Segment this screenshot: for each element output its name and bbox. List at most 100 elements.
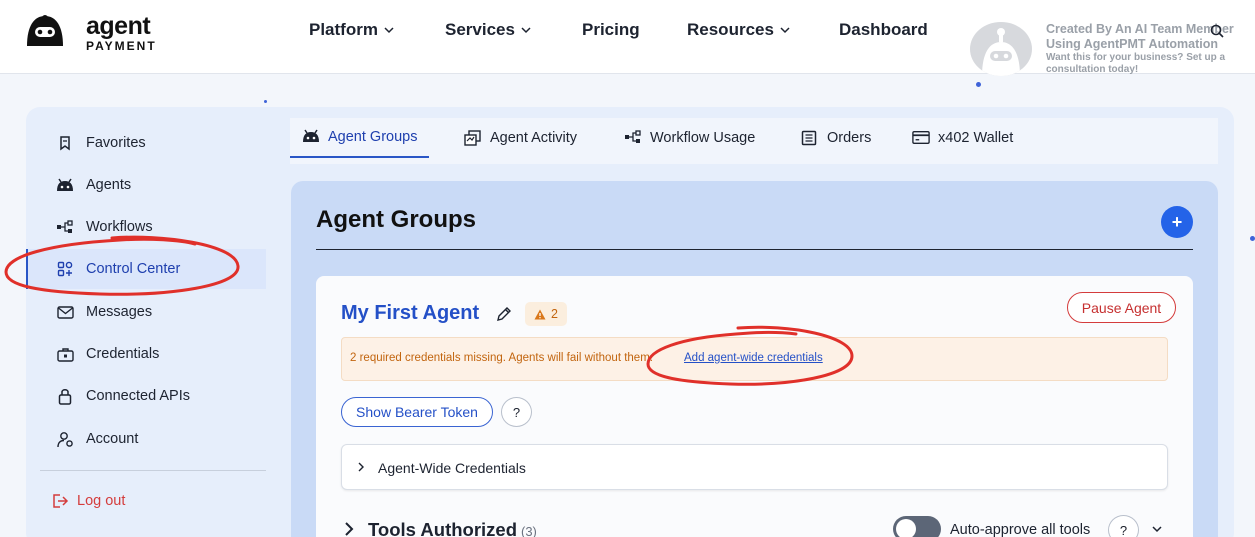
user-settings-icon	[56, 430, 74, 448]
promo-line-4: consultation today!	[1046, 64, 1139, 75]
tab-label: Agent Activity	[490, 130, 578, 146]
sidebar-item-label: Control Center	[86, 261, 181, 277]
agent-name[interactable]: My First Agent	[341, 302, 479, 325]
tab-label: Orders	[827, 130, 872, 146]
auto-approve-toggle[interactable]	[893, 516, 941, 537]
pause-agent-button[interactable]: Pause Agent	[1067, 292, 1176, 323]
tab-workflow-usage[interactable]: Workflow Usage	[612, 118, 767, 158]
sidebar-item-label: Workflows	[86, 219, 153, 235]
page-title: Agent Groups	[316, 206, 476, 233]
question-icon: ?	[1119, 522, 1128, 537]
plus-icon: +	[1171, 211, 1183, 232]
activity-icon	[464, 130, 482, 146]
sidebar-item-workflows[interactable]: Workflows	[26, 207, 266, 247]
nav-label: Dashboard	[839, 20, 928, 39]
logout-icon	[53, 494, 69, 508]
bearer-label: Show Bearer Token	[356, 404, 478, 420]
tab-agent-activity[interactable]: Agent Activity	[452, 118, 589, 158]
sidebar-item-label: Connected APIs	[86, 388, 190, 404]
nav-dashboard[interactable]: Dashboard	[839, 20, 928, 40]
chevron-down-icon[interactable]	[1151, 523, 1163, 535]
question-icon: ?	[512, 404, 521, 420]
missing-credentials-alert: 2 required credentials missing. Agents w…	[341, 337, 1168, 381]
tab-label: Workflow Usage	[650, 130, 756, 146]
sidebar-item-control-center[interactable]: Control Center	[26, 249, 266, 289]
sidebar-divider	[40, 470, 266, 471]
accordion-label: Agent-Wide Credentials	[378, 460, 526, 476]
top-navigation: agent PAYMENT Platform Services Pricing …	[0, 0, 1255, 76]
chevron-down-icon	[384, 27, 394, 34]
sidebar-item-favorites[interactable]: Favorites	[26, 123, 266, 163]
brand-subtitle: PAYMENT	[86, 39, 157, 53]
chevron-right-icon	[358, 462, 364, 472]
grid-icon	[56, 260, 74, 278]
promo-line-2: Using AgentPMT Automation	[1046, 37, 1218, 51]
sidebar-item-credentials[interactable]: Credentials	[26, 334, 266, 374]
show-bearer-token-button[interactable]: Show Bearer Token	[341, 397, 493, 427]
warning-badge: 2	[525, 302, 567, 326]
nav-label: Resources	[687, 20, 774, 39]
tools-help-button[interactable]: ?	[1108, 515, 1139, 537]
warning-count: 2	[551, 307, 558, 321]
background-dot	[264, 100, 267, 103]
workflow-icon	[56, 218, 74, 236]
workflow-icon	[624, 130, 642, 146]
lock-icon	[56, 387, 74, 405]
nav-label: Services	[445, 20, 515, 39]
brand-logo[interactable]: agent PAYMENT	[24, 12, 184, 56]
chevron-down-icon	[521, 27, 531, 34]
brand-name: agent	[86, 12, 151, 40]
tab-orders[interactable]: Orders	[789, 118, 883, 158]
wallet-icon	[912, 130, 930, 146]
tab-x402-wallet[interactable]: x402 Wallet	[900, 118, 1025, 158]
bookmark-icon	[56, 134, 74, 152]
robot-logo-icon	[27, 15, 63, 46]
tools-authorized-label: Tools Authorized	[368, 519, 518, 537]
nav-label: Platform	[309, 20, 378, 39]
sidebar-item-agents[interactable]: Agents	[26, 165, 266, 205]
sidebar-item-label: Messages	[86, 304, 153, 320]
search-icon[interactable]	[1210, 24, 1224, 38]
nav-services[interactable]: Services	[445, 20, 531, 40]
background-dot	[1250, 236, 1255, 241]
sidebar-item-messages[interactable]: Messages	[26, 292, 266, 332]
sidebar-item-label: Agents	[86, 177, 132, 193]
agent-wide-credentials-accordion[interactable]: Agent-Wide Credentials	[341, 444, 1168, 490]
sidebar-item-label: Favorites	[86, 135, 146, 151]
sidebar-item-label: Credentials	[86, 346, 160, 362]
toggle-knob	[896, 519, 916, 537]
nav-platform[interactable]: Platform	[309, 20, 394, 40]
nav-pricing[interactable]: Pricing	[582, 20, 640, 40]
tools-authorized-row: Tools Authorized (3) Auto-approve all to…	[341, 515, 1171, 537]
logout-button[interactable]: Log out	[52, 493, 125, 509]
promo-line-3: Want this for your business? Set up a	[1046, 52, 1226, 63]
briefcase-icon	[56, 345, 74, 363]
warning-triangle-icon	[534, 309, 546, 319]
robot-icon	[982, 28, 1020, 76]
background-dot	[976, 82, 981, 87]
mail-icon	[56, 303, 74, 321]
orders-icon	[801, 130, 819, 146]
agent-icon	[56, 176, 74, 194]
auto-approve-label: Auto-approve all tools	[950, 522, 1091, 537]
nav-resources[interactable]: Resources	[687, 20, 790, 40]
tab-label: x402 Wallet	[938, 130, 1014, 146]
agent-icon	[302, 129, 320, 145]
sidebar-item-connected-apis[interactable]: Connected APIs	[26, 376, 266, 416]
add-agent-group-button[interactable]: +	[1161, 206, 1193, 238]
pencil-edit-icon[interactable]	[496, 306, 512, 322]
chevron-right-icon[interactable]	[343, 520, 355, 537]
chevron-down-icon	[780, 27, 790, 34]
logout-label: Log out	[77, 493, 126, 509]
add-credentials-link[interactable]: Add agent-wide credentials	[684, 352, 823, 364]
sidebar-item-account[interactable]: Account	[26, 419, 266, 459]
title-divider	[316, 249, 1193, 250]
tab-label: Agent Groups	[328, 129, 418, 145]
tools-count: (3)	[521, 524, 537, 537]
tab-agent-groups[interactable]: Agent Groups	[290, 118, 430, 158]
tab-bar: Agent Groups Agent Activity Workflow Usa…	[290, 118, 1218, 164]
alert-message: 2 required credentials missing. Agents w…	[350, 352, 653, 364]
sidebar-item-label: Account	[86, 431, 139, 447]
nav-label: Pricing	[582, 20, 640, 39]
help-button[interactable]: ?	[501, 397, 532, 427]
